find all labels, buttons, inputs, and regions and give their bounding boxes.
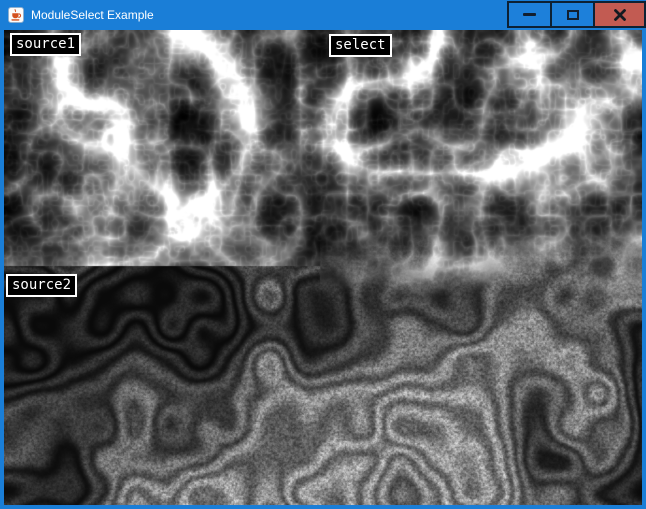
titlebar[interactable]: ModuleSelect Example — [0, 0, 646, 30]
render-area: source1 select source2 — [0, 0, 646, 509]
label-source2: source2 — [6, 274, 77, 297]
label-source1: source1 — [10, 33, 81, 56]
close-icon — [614, 9, 626, 21]
window-title: ModuleSelect Example — [31, 8, 154, 22]
app-window: source1 select source2 ModuleSelect Exam… — [0, 0, 646, 509]
maximize-icon — [567, 10, 579, 20]
java-app-icon[interactable] — [8, 7, 24, 23]
maximize-button[interactable] — [550, 1, 595, 28]
minimize-button[interactable] — [507, 1, 552, 28]
noise-canvas — [4, 30, 642, 505]
minimize-icon — [523, 13, 536, 16]
close-button[interactable] — [593, 1, 646, 28]
label-select: select — [329, 34, 392, 57]
window-controls — [509, 1, 646, 28]
